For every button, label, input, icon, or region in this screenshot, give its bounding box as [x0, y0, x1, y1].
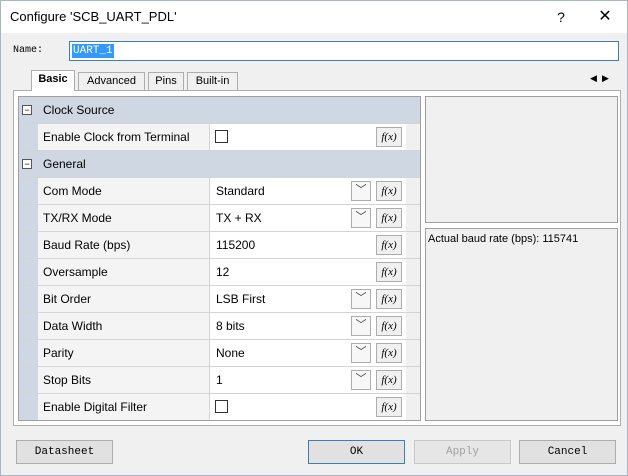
row-edge: [406, 259, 420, 285]
chevron-down-icon[interactable]: ﹀: [351, 181, 371, 201]
fx-button[interactable]: f(x): [376, 316, 402, 336]
chevron-down-icon[interactable]: ﹀: [351, 343, 371, 363]
preview-panel: [425, 96, 618, 223]
fx-button[interactable]: f(x): [376, 289, 402, 309]
row-edge: [406, 178, 420, 204]
fx-button[interactable]: f(x): [376, 262, 402, 282]
chevron-down-icon[interactable]: ﹀: [351, 289, 371, 309]
ok-button[interactable]: OK: [308, 440, 405, 464]
param-row-tx-rx-mode: TX/RX Mode TX + RX ﹀ f(x): [19, 205, 420, 232]
param-label: Bit Order: [38, 286, 210, 312]
fx-button[interactable]: f(x): [376, 343, 402, 363]
param-label: Enable Clock from Terminal: [38, 124, 210, 150]
tab-scroll-right-icon[interactable]: ▶: [602, 73, 609, 84]
group-header-clock-source[interactable]: − Clock Source: [19, 97, 420, 124]
param-row-bit-order: Bit Order LSB First ﹀ f(x): [19, 286, 420, 313]
group-label: General: [43, 157, 86, 171]
chevron-down-icon[interactable]: ﹀: [351, 208, 371, 228]
tab-pins[interactable]: Pins: [148, 72, 184, 90]
apply-button[interactable]: Apply: [414, 440, 511, 464]
row-gutter: [19, 232, 38, 258]
param-row-stop-bits: Stop Bits 1 ﹀ f(x): [19, 367, 420, 394]
group-header-general[interactable]: − General: [19, 151, 420, 178]
param-row-data-width: Data Width 8 bits ﹀ f(x): [19, 313, 420, 340]
row-edge: [406, 124, 420, 150]
param-value-cell: [211, 124, 375, 150]
param-value-cell: [211, 394, 375, 420]
name-label: Name:: [13, 45, 44, 56]
param-row-oversample: Oversample 12 f(x): [19, 259, 420, 286]
baud-rate-input[interactable]: 115200: [211, 232, 391, 258]
chevron-down-icon[interactable]: ﹀: [351, 370, 371, 390]
param-label: Com Mode: [38, 178, 210, 204]
configure-dialog: Configure 'SCB_UART_PDL' ? ✕ Name: UART_…: [0, 0, 628, 476]
row-edge: [406, 205, 420, 231]
param-row-enable-clock-from-terminal: Enable Clock from Terminal f(x): [19, 124, 420, 151]
cancel-button[interactable]: Cancel: [519, 440, 616, 464]
fx-button[interactable]: f(x): [376, 208, 402, 228]
tab-scroll-left-icon[interactable]: ◀: [590, 73, 597, 84]
fx-button[interactable]: f(x): [376, 127, 402, 147]
row-gutter: [19, 205, 38, 231]
row-gutter: [19, 286, 38, 312]
row-gutter: [19, 313, 38, 339]
param-label: Enable Digital Filter: [38, 394, 210, 420]
close-icon[interactable]: ✕: [591, 5, 619, 29]
name-input[interactable]: UART_1: [69, 41, 619, 61]
datasheet-button[interactable]: Datasheet: [16, 440, 113, 464]
help-icon[interactable]: ?: [547, 5, 575, 29]
param-label: Stop Bits: [38, 367, 210, 393]
enable-digital-filter-checkbox[interactable]: [215, 400, 228, 413]
row-edge: [406, 340, 420, 366]
param-row-baud-rate: Baud Rate (bps) 115200 f(x): [19, 232, 420, 259]
tab-basic[interactable]: Basic: [31, 70, 75, 91]
chevron-down-icon[interactable]: ﹀: [351, 316, 371, 336]
row-edge: [406, 367, 420, 393]
window-title: Configure 'SCB_UART_PDL': [10, 9, 177, 24]
actual-baud-rate-text: Actual baud rate (bps): 115741: [428, 233, 579, 245]
row-edge: [406, 286, 420, 312]
oversample-input[interactable]: 12: [211, 259, 391, 285]
row-gutter: [19, 124, 38, 150]
param-label: Oversample: [38, 259, 210, 285]
row-edge: [406, 232, 420, 258]
row-gutter: [19, 340, 38, 366]
tab-content-panel: − Clock Source Enable Clock from Termina…: [13, 90, 621, 426]
tab-built-in[interactable]: Built-in: [187, 72, 238, 90]
param-row-com-mode: Com Mode Standard ﹀ f(x): [19, 178, 420, 205]
fx-button[interactable]: f(x): [376, 181, 402, 201]
row-gutter: [19, 178, 38, 204]
row-gutter: [19, 394, 38, 420]
collapse-icon[interactable]: −: [22, 105, 32, 115]
param-label: Parity: [38, 340, 210, 366]
fx-button[interactable]: f(x): [376, 397, 402, 417]
name-input-value: UART_1: [72, 44, 114, 58]
row-gutter: [19, 259, 38, 285]
param-label: TX/RX Mode: [38, 205, 210, 231]
collapse-icon[interactable]: −: [22, 159, 32, 169]
param-row-enable-digital-filter: Enable Digital Filter f(x): [19, 394, 420, 420]
param-row-parity: Parity None ﹀ f(x): [19, 340, 420, 367]
param-label: Baud Rate (bps): [38, 232, 210, 258]
title-bar: Configure 'SCB_UART_PDL' ? ✕: [1, 1, 627, 33]
info-panel: Actual baud rate (bps): 115741: [425, 228, 618, 421]
param-label: Data Width: [38, 313, 210, 339]
row-edge: [406, 313, 420, 339]
tab-advanced[interactable]: Advanced: [78, 72, 145, 90]
row-gutter: [19, 367, 38, 393]
fx-button[interactable]: f(x): [376, 370, 402, 390]
fx-button[interactable]: f(x): [376, 235, 402, 255]
enable-clock-from-terminal-checkbox[interactable]: [215, 130, 228, 143]
group-label: Clock Source: [43, 103, 115, 117]
parameter-grid: − Clock Source Enable Clock from Termina…: [18, 96, 421, 421]
row-edge: [406, 394, 420, 420]
